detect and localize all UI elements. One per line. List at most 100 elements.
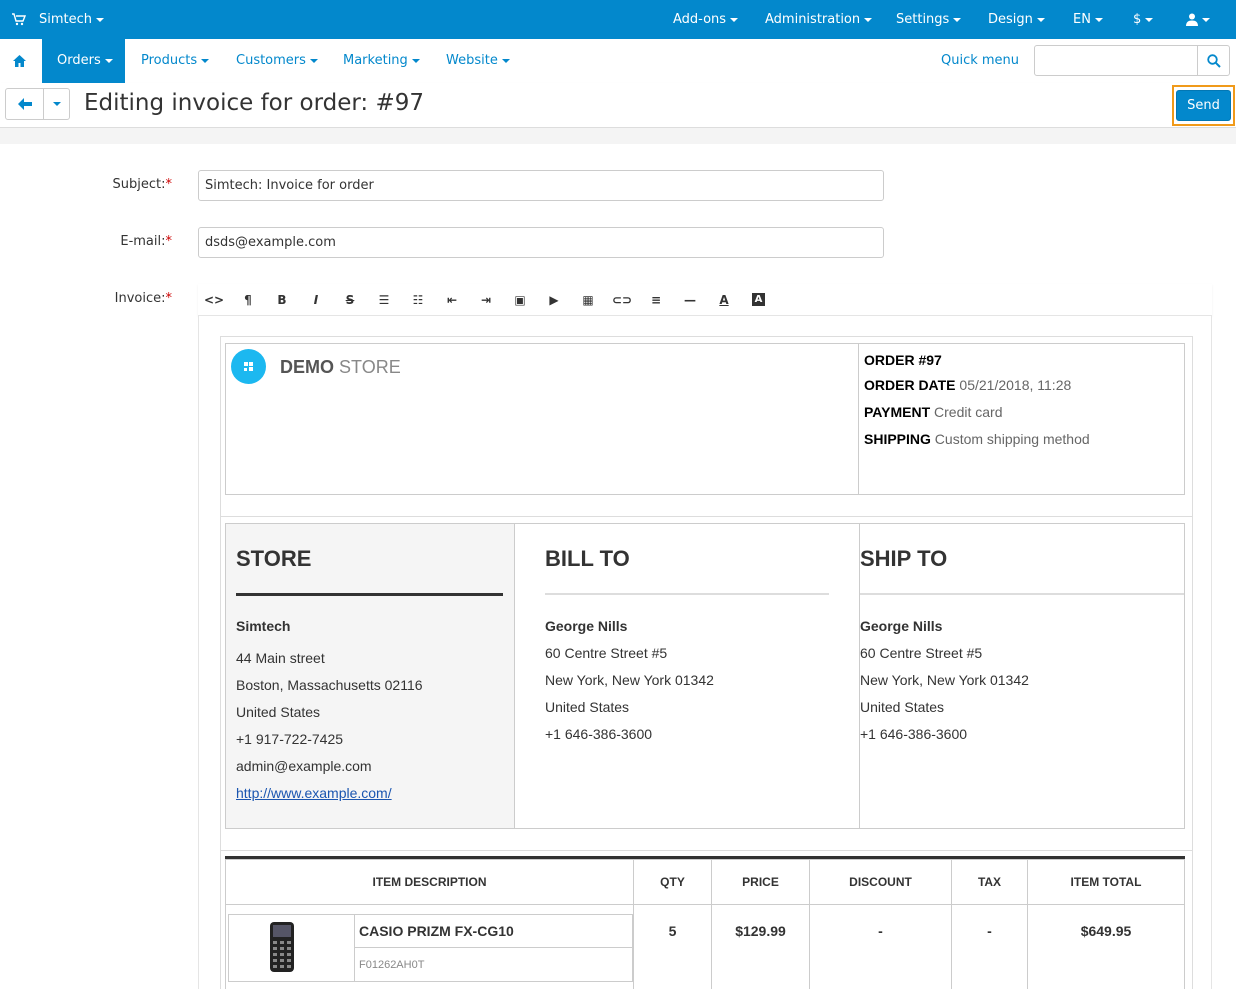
- nav-customers-label: Customers: [236, 53, 306, 68]
- email-label-text: E-mail:: [120, 234, 166, 249]
- chevron-down-icon: [1145, 17, 1154, 22]
- menu-language[interactable]: EN: [1073, 0, 1103, 39]
- chevron-down-icon: [309, 58, 318, 63]
- ship-to-city: New York, New York 01342: [860, 672, 1029, 688]
- required-mark: *: [165, 177, 173, 192]
- bill-to-phone: +1 646-386-3600: [545, 726, 653, 742]
- calculator-image: [270, 922, 294, 972]
- required-mark: *: [165, 291, 173, 306]
- menu-addons[interactable]: Add-ons: [673, 0, 739, 39]
- strikethrough-icon[interactable]: S: [338, 290, 362, 310]
- chevron-down-icon: [1094, 17, 1103, 22]
- home-icon[interactable]: [0, 39, 39, 83]
- order-date-value: 05/21/2018, 11:28: [959, 377, 1072, 393]
- store-street: 44 Main street: [236, 650, 325, 666]
- payment-value: Credit card: [934, 404, 1003, 420]
- bill-to-city: New York, New York 01342: [545, 672, 714, 688]
- chevron-down-icon: [411, 58, 420, 63]
- item-discount: -: [809, 904, 952, 989]
- link-icon[interactable]: ⊂⊃: [610, 290, 634, 310]
- item-qty: 5: [633, 904, 712, 989]
- nav-orders-label: Orders: [57, 53, 101, 68]
- subject-field[interactable]: Simtech: Invoice for order: [198, 170, 884, 201]
- column-header: PRICE: [711, 859, 810, 905]
- nav-products[interactable]: Products: [141, 39, 210, 83]
- italic-icon[interactable]: I: [304, 290, 328, 310]
- chevron-down-icon: [864, 17, 873, 22]
- align-icon[interactable]: ≡: [644, 290, 668, 310]
- menu-administration[interactable]: Administration: [765, 0, 873, 39]
- store-city: Boston, Massachusetts 02116: [236, 677, 423, 693]
- user-icon: [1186, 13, 1198, 26]
- back-button[interactable]: [5, 88, 44, 120]
- header-divider: [0, 128, 1236, 144]
- main-nav: Orders Products Customers Marketing Webs…: [0, 39, 1236, 83]
- order-number: ORDER #97: [864, 352, 942, 368]
- horizontal-rule-icon[interactable]: —: [678, 290, 702, 310]
- menu-design[interactable]: Design: [988, 0, 1045, 39]
- menu-currency-label: $: [1133, 12, 1142, 27]
- bill-to-heading: BILL TO: [545, 546, 630, 571]
- bill-to-country: United States: [545, 699, 630, 715]
- nav-customers[interactable]: Customers: [236, 39, 318, 83]
- store-logo-icon: [231, 349, 266, 384]
- search-input[interactable]: [1034, 45, 1198, 76]
- paragraph-icon[interactable]: ¶: [236, 290, 260, 310]
- order-date-label: ORDER DATE: [864, 377, 956, 393]
- product-image-cell: [228, 914, 355, 982]
- ordered-list-icon[interactable]: ☷: [406, 290, 430, 310]
- store-heading: STORE: [236, 546, 312, 571]
- item-price: $129.99: [711, 904, 810, 989]
- chevron-down-icon: [53, 102, 61, 106]
- chevron-down-icon: [96, 17, 105, 22]
- image-icon[interactable]: ▣: [508, 290, 532, 310]
- column-header: DISCOUNT: [809, 859, 952, 905]
- quick-menu-link[interactable]: Quick menu: [941, 39, 1019, 83]
- nav-website-label: Website: [446, 53, 498, 68]
- nav-marketing[interactable]: Marketing: [343, 39, 420, 83]
- bill-to-street: 60 Centre Street #5: [545, 645, 668, 661]
- search-icon: [1207, 54, 1221, 68]
- table-row: CASIO PRIZM FX-CG10 F01262AH0T: [225, 904, 634, 989]
- payment-label: PAYMENT: [864, 404, 931, 420]
- search-button[interactable]: [1197, 45, 1230, 76]
- user-menu[interactable]: [1186, 0, 1210, 39]
- logo-bold: DEMO: [280, 357, 334, 377]
- product-sku-cell: F01262AH0T: [354, 947, 633, 982]
- font-color-icon[interactable]: A: [712, 290, 736, 310]
- menu-settings[interactable]: Settings: [896, 0, 962, 39]
- chevron-down-icon: [1202, 17, 1210, 22]
- menu-currency[interactable]: $: [1133, 0, 1154, 39]
- video-icon[interactable]: ▶: [542, 290, 566, 310]
- cart-icon[interactable]: [12, 0, 27, 39]
- top-bar: Simtech Add-ons Administration Settings …: [0, 0, 1236, 39]
- code-icon[interactable]: <>: [202, 290, 226, 310]
- indent-icon[interactable]: ⇥: [474, 290, 498, 310]
- bold-icon[interactable]: B: [270, 290, 294, 310]
- store-switcher[interactable]: Simtech: [39, 0, 105, 39]
- unordered-list-icon[interactable]: ☰: [372, 290, 396, 310]
- column-header: TAX: [951, 859, 1028, 905]
- ship-to-street: 60 Centre Street #5: [860, 645, 983, 661]
- menu-addons-label: Add-ons: [673, 12, 727, 27]
- invoice-editor[interactable]: DEMO STORE ORDER #97 ORDER DATE 05/21/20…: [198, 316, 1212, 989]
- email-field[interactable]: dsds@example.com: [198, 227, 884, 258]
- ship-to-heading: SHIP TO: [860, 546, 948, 571]
- menu-administration-label: Administration: [765, 12, 861, 27]
- nav-orders[interactable]: Orders: [42, 39, 125, 83]
- background-color-icon[interactable]: A: [752, 293, 765, 306]
- shipping-value: Custom shipping method: [934, 431, 1090, 447]
- shipping: SHIPPING Custom shipping method: [864, 431, 1090, 447]
- send-button-highlight: Send: [1172, 85, 1235, 126]
- store-url-link[interactable]: http://www.example.com/: [236, 785, 392, 801]
- heading-rule: [545, 593, 829, 595]
- history-dropdown-button[interactable]: [43, 88, 70, 120]
- divider: [221, 516, 1192, 517]
- outdent-icon[interactable]: ⇤: [440, 290, 464, 310]
- send-button[interactable]: Send: [1176, 90, 1231, 121]
- table-icon[interactable]: ▦: [576, 290, 600, 310]
- nav-website[interactable]: Website: [446, 39, 510, 83]
- invoice-document: DEMO STORE ORDER #97 ORDER DATE 05/21/20…: [220, 336, 1193, 989]
- menu-settings-label: Settings: [896, 12, 950, 27]
- page-header: Editing invoice for order: #97 Send: [0, 83, 1236, 128]
